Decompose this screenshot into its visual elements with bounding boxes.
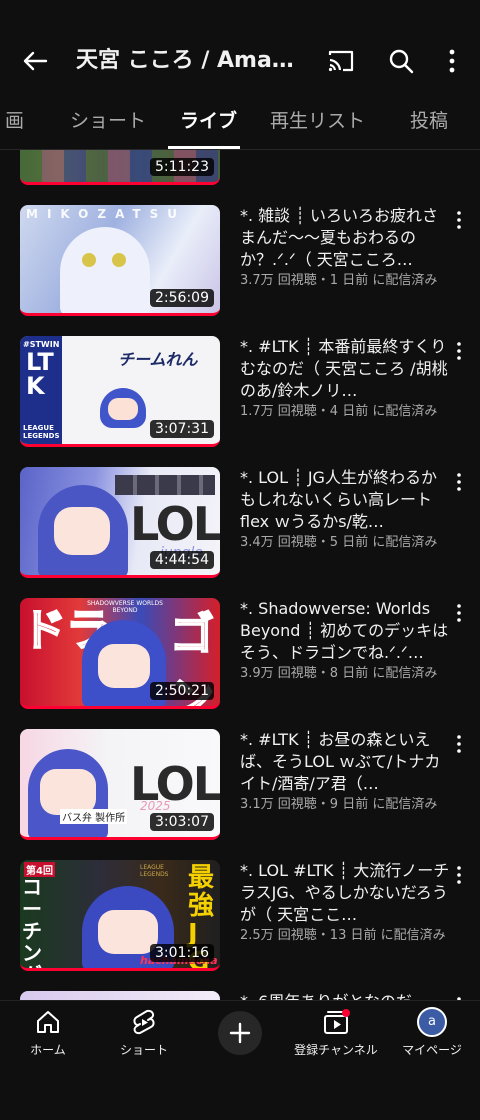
thumbnail-subtitle: チームれん xyxy=(118,350,198,369)
nav-you-label: マイページ xyxy=(402,1043,462,1057)
video-list: 5:11:23 MIKOZATSU 2:56:09 *. 雑談 ┊ いろいろお疲… xyxy=(0,150,480,1000)
tab-live[interactable]: ライブ xyxy=(180,106,237,133)
channel-tabs: 画 ショート ライブ 再生リスト 投稿 xyxy=(0,92,480,150)
video-title[interactable]: *. 6周年ありがとなのだ xyxy=(240,991,450,1000)
video-title[interactable]: *. #LTK ┊ お昼の森といえば、そうLOL ｗぶて/トナカイト/酒寄/ア君… xyxy=(240,729,450,795)
top-bar: 天宮 こころ / Ama… xyxy=(0,32,480,90)
character-face xyxy=(98,910,158,954)
active-tab-indicator xyxy=(168,146,240,149)
thumbnail-note: バス弁 製作所 xyxy=(60,809,128,824)
character-face xyxy=(98,644,150,688)
video-title[interactable]: *. LOL ┊ JG人生が終わるかもしれないくらい高レートflex ｗうるかs… xyxy=(240,467,450,533)
video-title[interactable]: *. Shadowverse: Worlds Beyond ┊ 初めてのデッキは… xyxy=(240,598,450,664)
character-face xyxy=(108,398,138,420)
video-duration: 2:50:21 xyxy=(150,682,214,700)
video-thumbnail[interactable]: 第4回 コーチング 最強JG LEAGUE LEGENDS hachamecha… xyxy=(20,860,220,971)
list-item[interactable]: 第4回 コーチング 最強JG LEAGUE LEGENDS hachamecha… xyxy=(0,860,480,991)
tab-posts[interactable]: 投稿 xyxy=(410,106,448,133)
video-meta: 3.9万 回視聴・8 日前 に配信済み xyxy=(240,666,438,681)
list-item[interactable]: LOL jungle 4:44:54 *. LOL ┊ JG人生が終わるかもしれ… xyxy=(0,467,480,598)
shorts-icon xyxy=(133,1009,155,1035)
character-eye xyxy=(112,253,126,267)
nav-subscriptions[interactable]: 登録チャンネル xyxy=(288,1007,384,1058)
video-duration: 5:11:23 xyxy=(150,158,214,176)
video-meta: 3.4万 回視聴・5 日前 に配信済み xyxy=(240,535,438,550)
video-more-icon[interactable] xyxy=(452,864,466,886)
video-duration: 3:01:16 xyxy=(150,944,214,962)
character-face xyxy=(54,507,110,555)
video-more-icon[interactable] xyxy=(452,733,466,755)
thumbnail-league-logo: LEAGUE LEGENDS xyxy=(140,864,169,878)
video-duration: 4:44:54 xyxy=(150,551,214,569)
video-thumbnail[interactable]: LOL jungle 4:44:54 xyxy=(20,467,220,578)
video-more-icon[interactable] xyxy=(452,340,466,362)
thumbnail-character xyxy=(60,227,150,313)
thumbnail-title-text: コーチング xyxy=(22,875,42,968)
video-duration: 3:03:07 xyxy=(150,813,214,831)
video-thumbnail[interactable] xyxy=(20,991,220,1000)
home-icon xyxy=(37,1011,59,1033)
character-eye xyxy=(82,253,96,267)
video-meta: 3.7万 回視聴・1 日前 に配信済み xyxy=(240,273,438,288)
cast-icon[interactable] xyxy=(326,46,356,76)
list-item[interactable]: #STWIN LTK LEAGUE LEGENDS チームれん 3:07:31 … xyxy=(0,336,480,467)
nav-shorts-label: ショート xyxy=(119,1043,168,1057)
video-thumbnail[interactable]: ドラ ゴン SHADOWVERSE WORLDS BEYOND 2:50:21 xyxy=(20,598,220,709)
subscriptions-icon xyxy=(324,1009,350,1034)
avatar: a xyxy=(417,1007,447,1037)
nav-home-label: ホーム xyxy=(30,1043,66,1057)
thumbnail-game-logo: SHADOWVERSE WORLDS BEYOND xyxy=(87,600,163,614)
thumbnail-banner-text: MIKOZATSU xyxy=(26,207,186,221)
video-title[interactable]: *. 雑談 ┊ いろいろお疲れさまんだ〜〜夏もおわるのか？.ᐟ.ᐟ（ 天宮こころ… xyxy=(240,205,450,271)
bottom-navigation: ホーム ショート 登録チャンネル a マイページ xyxy=(0,1000,480,1120)
video-title[interactable]: *. #LTK ┊ 本番前最終すくりむなのだ（ 天宮こころ /胡桃のあ/鈴木ノリ… xyxy=(240,336,450,402)
create-button[interactable] xyxy=(218,1011,262,1055)
nav-shorts[interactable]: ショート xyxy=(96,1007,192,1058)
list-item[interactable]: ドラ ゴン SHADOWVERSE WORLDS BEYOND 2:50:21 … xyxy=(0,598,480,729)
back-arrow-icon[interactable] xyxy=(20,46,50,76)
video-title[interactable]: *. LOL #LTK ┊ 大流行ノーチラスJG、やるしかないだろうが（ 天宮こ… xyxy=(240,860,450,926)
search-icon[interactable] xyxy=(386,46,416,76)
video-thumbnail[interactable]: #STWIN LTK LEAGUE LEGENDS チームれん 3:07:31 xyxy=(20,336,220,447)
list-item[interactable]: 5:11:23 xyxy=(0,150,480,205)
tab-videos[interactable]: 画 xyxy=(0,106,24,133)
thumbnail-league-logo: LEAGUE LEGENDS xyxy=(23,424,60,440)
thumbnail-player-strip xyxy=(115,475,215,495)
video-more-icon[interactable] xyxy=(452,471,466,493)
video-more-icon[interactable] xyxy=(452,602,466,624)
plus-icon xyxy=(229,1022,251,1044)
channel-title: 天宮 こころ / Ama… xyxy=(76,48,294,73)
list-item[interactable]: LOL 2025 バス弁 製作所 3:03:07 *. #LTK ┊ お昼の森と… xyxy=(0,729,480,860)
list-item[interactable]: MIKOZATSU 2:56:09 *. 雑談 ┊ いろいろお疲れさまんだ〜〜夏… xyxy=(0,205,480,336)
video-duration: 2:56:09 xyxy=(150,289,214,307)
tab-shorts[interactable]: ショート xyxy=(70,106,146,133)
video-duration: 3:07:31 xyxy=(150,420,214,438)
list-item[interactable]: *. 6周年ありがとなのだ xyxy=(0,991,480,1000)
video-thumbnail[interactable]: 5:11:23 xyxy=(20,150,220,185)
video-thumbnail[interactable]: MIKOZATSU 2:56:09 xyxy=(20,205,220,316)
tab-playlists[interactable]: 再生リスト xyxy=(270,106,365,133)
video-meta: 1.7万 回視聴・4 日前 に配信済み xyxy=(240,404,438,419)
video-meta: 3.1万 回視聴・9 日前 に配信済み xyxy=(240,797,438,812)
thumbnail-subtitle: 2025 xyxy=(140,799,171,813)
thumbnail-title-text: LTK xyxy=(26,348,54,400)
nav-you[interactable]: a マイページ xyxy=(384,1007,480,1058)
video-thumbnail[interactable]: LOL 2025 バス弁 製作所 3:03:07 xyxy=(20,729,220,840)
nav-home[interactable]: ホーム xyxy=(0,1007,96,1058)
more-options-icon[interactable] xyxy=(442,46,462,76)
nav-subscriptions-label: 登録チャンネル xyxy=(294,1043,378,1057)
video-meta: 2.5万 回視聴・13 日前 に配信済み xyxy=(240,928,446,943)
video-more-icon[interactable] xyxy=(452,209,466,231)
thumbnail-title-text: LOL xyxy=(130,497,220,551)
